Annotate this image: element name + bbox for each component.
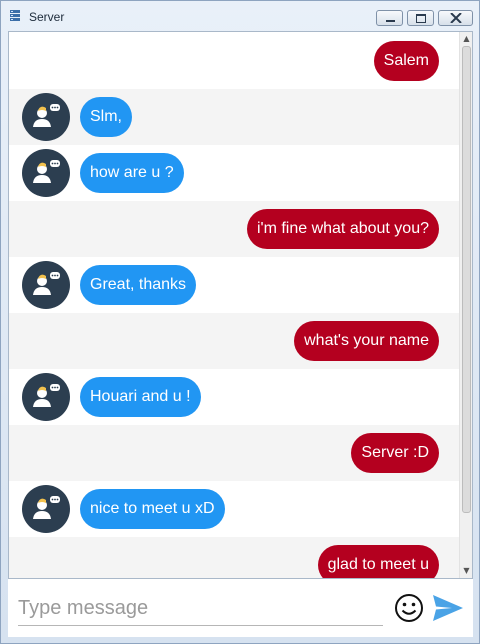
avatar (22, 373, 70, 421)
message-row: Slm, (9, 89, 459, 145)
message-row: Great, thanks (9, 257, 459, 313)
window-title: Server (29, 10, 65, 24)
scroll-down-icon[interactable]: ▼ (460, 564, 472, 578)
send-button[interactable] (432, 593, 464, 623)
user-chat-icon (33, 272, 60, 295)
outgoing-message-bubble: glad to meet u (317, 545, 439, 578)
emoji-button[interactable] (394, 593, 424, 623)
avatar (22, 149, 70, 197)
incoming-message-bubble: nice to meet u xD (80, 489, 225, 529)
user-chat-icon (33, 384, 60, 407)
avatar (22, 261, 70, 309)
close-icon (450, 13, 462, 23)
scroll-up-icon[interactable]: ▲ (460, 32, 472, 46)
message-row: Salem (9, 33, 459, 89)
outgoing-message-bubble: Server :D (351, 433, 439, 473)
outgoing-message-bubble: i'm fine what about you? (246, 209, 439, 249)
message-row: how are u ? (9, 145, 459, 201)
app-window: Server Salem Slm, how are u ? i'm fine what… (0, 0, 480, 644)
incoming-message-bubble: Great, thanks (80, 265, 197, 305)
message-input[interactable] (18, 591, 383, 626)
maximize-button[interactable] (407, 10, 434, 26)
user-chat-icon (33, 160, 60, 183)
vertical-scrollbar[interactable]: ▲ ▼ (459, 32, 472, 578)
incoming-message-bubble: Slm, (80, 97, 132, 137)
outgoing-message-bubble: Salem (373, 41, 439, 81)
message-row: glad to meet u (9, 537, 459, 578)
incoming-message-bubble: Houari and u ! (80, 377, 201, 417)
smiley-icon (395, 594, 423, 622)
server-app-icon (10, 10, 20, 21)
composer-bar (8, 579, 473, 637)
minimize-button[interactable] (376, 10, 403, 26)
user-chat-icon (33, 104, 60, 127)
message-row: nice to meet u xD (9, 481, 459, 537)
avatar (22, 485, 70, 533)
message-row: i'm fine what about you? (9, 201, 459, 257)
user-chat-icon (33, 496, 60, 519)
message-row: what's your name (9, 313, 459, 369)
close-button[interactable] (438, 10, 473, 26)
incoming-message-bubble: how are u ? (80, 153, 184, 193)
outgoing-message-bubble: what's your name (294, 321, 439, 361)
message-row: Server :D (9, 425, 459, 481)
send-arrow-icon (433, 595, 463, 621)
scroll-thumb[interactable] (462, 46, 471, 513)
message-row: Houari and u ! (9, 369, 459, 425)
title-bar[interactable]: Server (1, 1, 479, 31)
avatar (22, 93, 70, 141)
message-list[interactable]: Salem Slm, how are u ? i'm fine what about … (8, 31, 473, 579)
